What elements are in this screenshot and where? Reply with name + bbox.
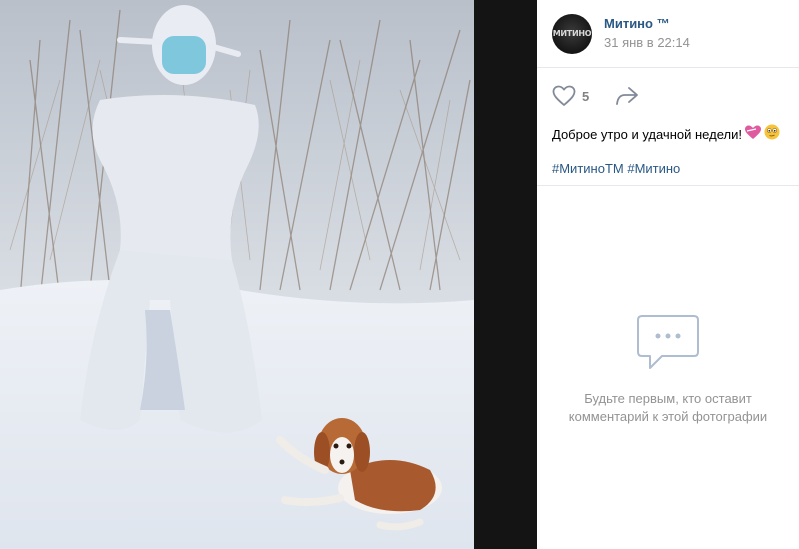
hashtag-link[interactable]: #МитиноТМ	[552, 161, 624, 176]
avatar[interactable]: МИТИНО	[552, 13, 592, 54]
comment-bubble-icon	[637, 315, 699, 369]
like-count: 5	[582, 88, 590, 104]
post-photo[interactable]	[0, 0, 474, 549]
like-button[interactable]: 5	[552, 85, 589, 107]
avatar-text: МИТИНО	[552, 29, 592, 38]
photo-area[interactable]	[0, 0, 537, 549]
post-meta: Митино ™ 31 янв в 22:14	[604, 15, 690, 52]
post-sidebar: МИТИНО Митино ™ 31 янв в 22:14 5 Доброе …	[537, 0, 799, 549]
post-header: МИТИНО Митино ™ 31 янв в 22:14	[537, 0, 799, 68]
share-button[interactable]	[615, 86, 639, 106]
author-name[interactable]: Митино ™	[604, 15, 690, 32]
snowman-dog-photo	[0, 0, 474, 549]
hashtag-link[interactable]: #Митино	[627, 161, 680, 176]
empty-text-line: Будьте первым, кто оставит	[584, 391, 752, 406]
kiss-heart-icon	[744, 124, 762, 145]
empty-text-line: комментарий к этой фотографии	[568, 409, 768, 424]
like-heart-icon	[552, 85, 576, 106]
post-text: Доброе утро и удачной недели!	[552, 124, 784, 145]
face-emoji-icon	[764, 124, 780, 145]
photo-viewer: МИТИНО Митино ™ 31 янв в 22:14 5 Доброе …	[0, 0, 799, 549]
share-arrow-icon	[616, 87, 639, 105]
post-date[interactable]: 31 янв в 22:14	[604, 34, 690, 52]
comments-empty-text: Будьте первым, кто оставит комментарий к…	[563, 390, 773, 426]
post-body: 5 Доброе утро и удачной недели! #МитиноТ…	[537, 68, 799, 186]
post-text-content: Доброе утро и удачной недели!	[552, 126, 742, 142]
post-actions: 5	[552, 68, 784, 124]
comments-empty-state: Будьте первым, кто оставит комментарий к…	[537, 186, 799, 549]
hashtags: #МитиноТМ #Митино	[552, 161, 784, 176]
